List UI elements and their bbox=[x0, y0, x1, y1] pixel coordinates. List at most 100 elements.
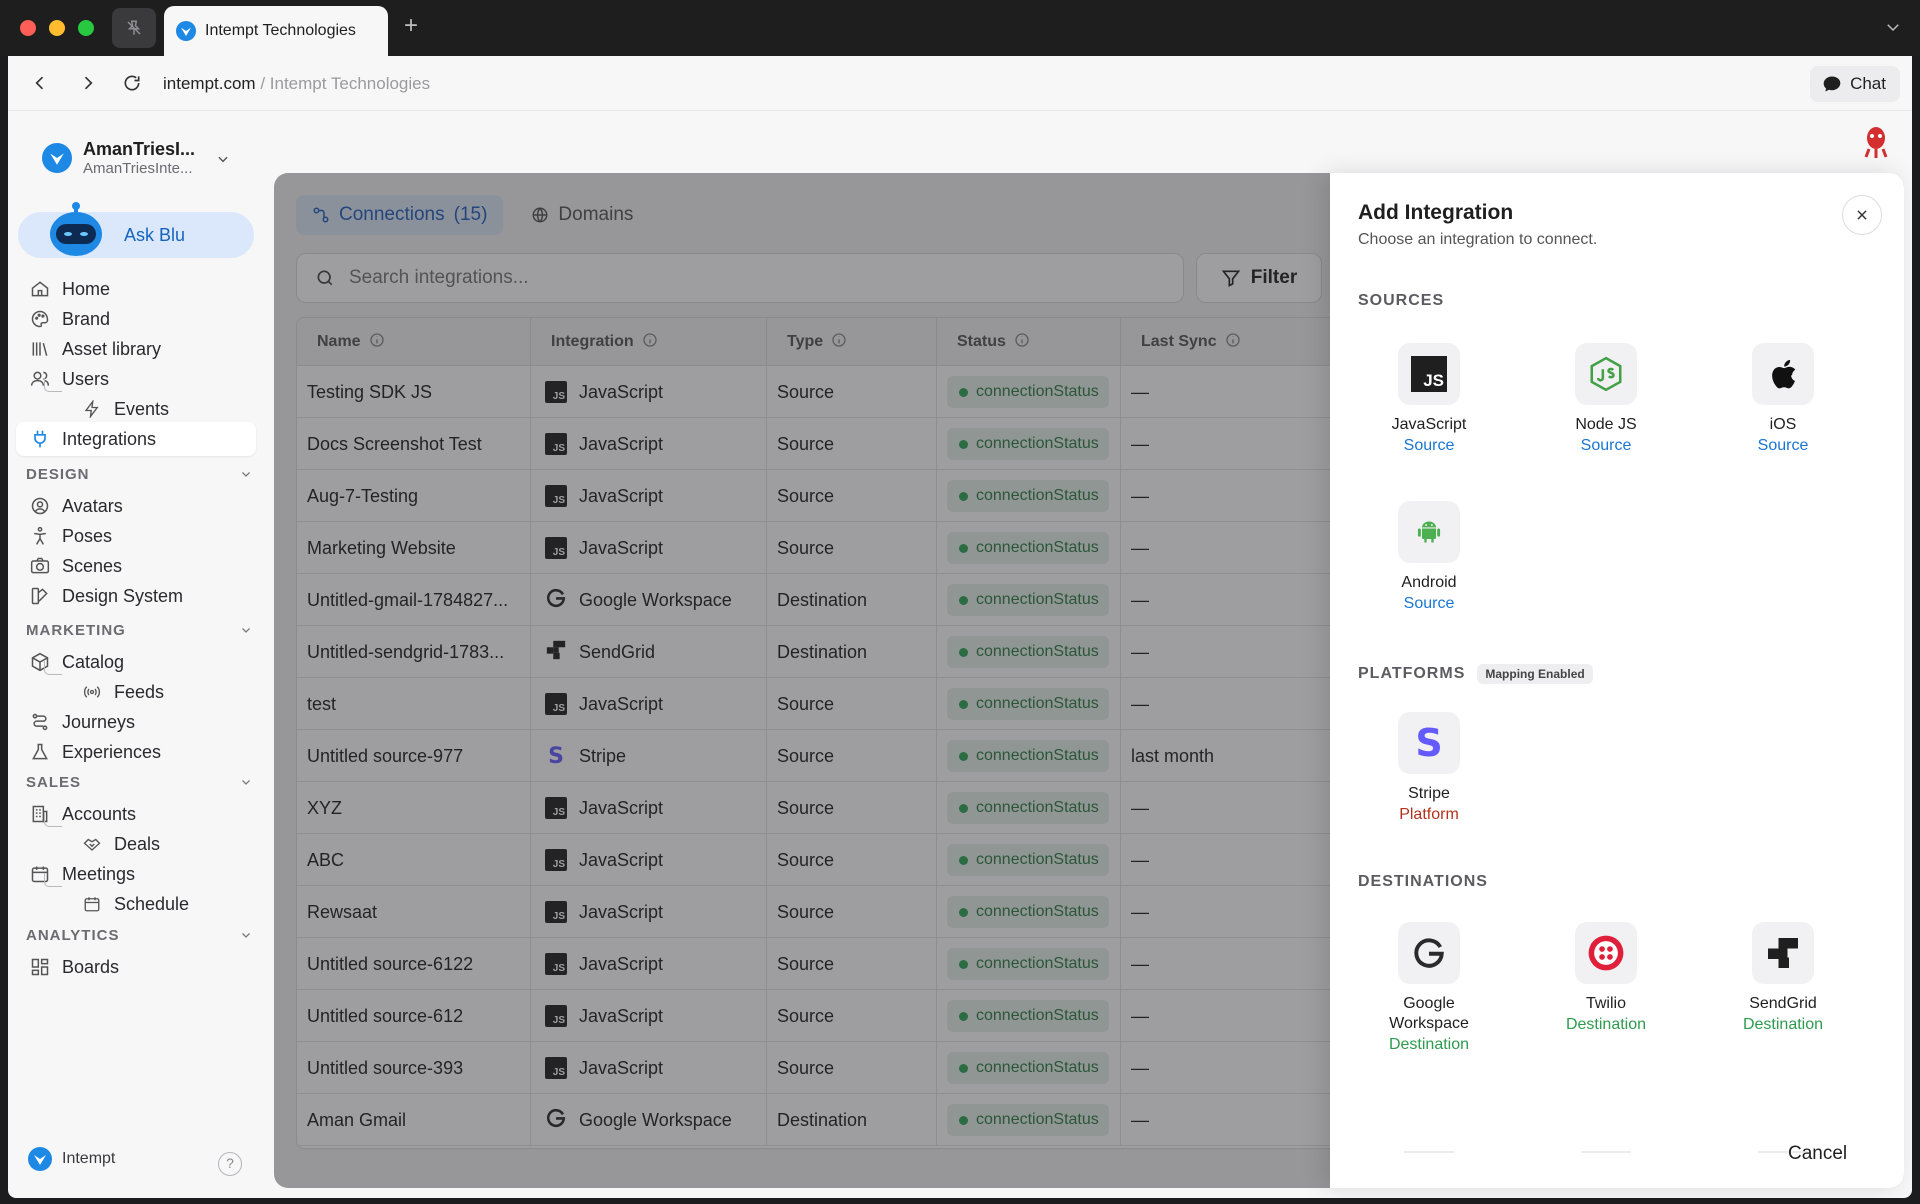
url-field[interactable]: intempt.com / Intempt Technologies bbox=[163, 74, 430, 94]
cancel-button[interactable]: Cancel bbox=[1788, 1143, 1847, 1165]
section-destinations: DESTINATIONS bbox=[1358, 873, 1488, 891]
sidebar-item-design-system[interactable]: Design System bbox=[16, 579, 256, 613]
sidebar-item-label: Scenes bbox=[62, 555, 123, 576]
integration-card-twilio[interactable]: Twilio Destination bbox=[1521, 922, 1691, 1036]
sidebar-item-label: Home bbox=[62, 278, 111, 299]
card-name: JavaScript bbox=[1391, 416, 1467, 433]
card-kind: Platform bbox=[1399, 806, 1459, 823]
url-sep: / bbox=[255, 74, 270, 93]
footer-label: Intempt bbox=[62, 1150, 116, 1167]
sidebar-item-label: Brand bbox=[62, 308, 111, 329]
reload-icon[interactable] bbox=[122, 73, 142, 93]
chevron-down-icon bbox=[242, 780, 250, 785]
help-button[interactable]: ? bbox=[218, 1152, 242, 1176]
sidebar-item-journeys[interactable]: Journeys bbox=[16, 705, 256, 739]
maximize-window-button[interactable] bbox=[78, 20, 94, 36]
sidebar-item-events[interactable]: Events bbox=[16, 392, 256, 426]
integration-card-sendgrid[interactable]: SendGrid Destination bbox=[1698, 922, 1868, 1036]
integration-card-stripe[interactable]: S Stripe Platform bbox=[1344, 712, 1514, 826]
integration-card-google-workspace[interactable]: Google Workspace Destination bbox=[1344, 922, 1514, 1056]
chevron-down-icon[interactable] bbox=[216, 152, 230, 166]
sidebar-item-asset-library[interactable]: Asset library bbox=[16, 332, 256, 366]
close-button[interactable] bbox=[1842, 195, 1882, 235]
integration-card-nodejs[interactable]: Node JS Source bbox=[1521, 343, 1691, 457]
card-kind: Source bbox=[1757, 437, 1809, 454]
chevron-down-icon bbox=[242, 628, 250, 633]
chat-bubble-icon bbox=[1823, 76, 1841, 92]
card-stub bbox=[1404, 1151, 1454, 1153]
ask-blu-label: Ask Blu bbox=[124, 225, 186, 245]
section-analytics[interactable]: ANALYTICS bbox=[26, 927, 252, 944]
sidebar-item-poses[interactable]: Poses bbox=[16, 519, 256, 553]
sidebar-item-integrations[interactable]: Integrations bbox=[16, 422, 256, 456]
user-avatar[interactable] bbox=[1860, 124, 1892, 160]
calendar-icon bbox=[82, 894, 102, 914]
integration-card-android[interactable]: Android Source bbox=[1344, 501, 1514, 615]
chat-button[interactable]: Chat bbox=[1810, 66, 1900, 102]
sidebar-item-label: Avatars bbox=[62, 495, 123, 516]
intempt-logo-icon bbox=[50, 153, 64, 165]
close-icon bbox=[1857, 210, 1867, 220]
sidebar-item-feeds[interactable]: Feeds bbox=[16, 675, 256, 709]
chat-label: Chat bbox=[1850, 74, 1886, 93]
sidebar-item-schedule[interactable]: Schedule bbox=[16, 887, 256, 921]
sidebar-footer-brand[interactable]: Intempt bbox=[28, 1147, 115, 1171]
pose-icon bbox=[30, 526, 50, 546]
minimize-window-button[interactable] bbox=[49, 20, 65, 36]
workspace-subtitle: AmanTriesInte... bbox=[83, 160, 193, 177]
url-page: Intempt Technologies bbox=[269, 74, 431, 93]
section-design[interactable]: DESIGN bbox=[26, 466, 252, 483]
back-icon[interactable] bbox=[30, 73, 50, 93]
chevron-down-icon bbox=[242, 933, 250, 938]
section-sales[interactable]: SALES bbox=[26, 774, 252, 791]
tree-connector bbox=[44, 873, 62, 887]
browser-tab[interactable]: Intempt Technologies bbox=[164, 6, 388, 56]
section-title: SOURCES bbox=[1358, 292, 1445, 309]
pin-tab-button[interactable] bbox=[112, 8, 156, 48]
sidebar-item-label: Accounts bbox=[62, 803, 137, 824]
add-integration-drawer: Add Integration Choose an integration to… bbox=[1330, 173, 1904, 1188]
section-marketing[interactable]: MARKETING bbox=[26, 622, 252, 639]
bolt-icon bbox=[82, 399, 102, 419]
handshake-icon bbox=[82, 834, 102, 854]
sidebar-item-scenes[interactable]: Scenes bbox=[16, 549, 256, 583]
sidebar-item-experiences[interactable]: Experiences bbox=[16, 735, 256, 769]
ask-blu-button[interactable]: Ask Blu bbox=[18, 202, 254, 258]
javascript-icon: JS bbox=[1398, 343, 1460, 405]
avatar-icon bbox=[30, 496, 50, 516]
intempt-logo-icon bbox=[28, 1147, 52, 1171]
sidebar-item-label: Poses bbox=[62, 525, 113, 546]
url-host: intempt.com bbox=[163, 74, 256, 93]
workspace-switcher[interactable]: AmanTriesI... AmanTriesInte... bbox=[42, 138, 195, 178]
card-stub bbox=[1581, 1151, 1631, 1153]
chevron-down-icon bbox=[242, 472, 250, 477]
card-name: iOS bbox=[1769, 416, 1797, 433]
chevron-down-icon[interactable] bbox=[1884, 18, 1902, 36]
library-icon bbox=[30, 339, 50, 359]
tab-title: Intempt Technologies bbox=[205, 22, 356, 39]
card-name: Google Workspace bbox=[1389, 995, 1469, 1032]
sidebar-item-label: Asset library bbox=[62, 338, 162, 359]
intempt-logo-icon bbox=[176, 21, 196, 41]
palette-icon bbox=[30, 309, 50, 329]
mapping-enabled-badge: Mapping Enabled bbox=[1477, 664, 1593, 684]
sidebar-item-boards[interactable]: Boards bbox=[16, 950, 256, 984]
sidebar-item-deals[interactable]: Deals bbox=[16, 827, 256, 861]
tree-connector bbox=[44, 813, 62, 827]
sidebar-item-home[interactable]: Home bbox=[16, 272, 256, 306]
close-window-button[interactable] bbox=[20, 20, 36, 36]
card-kind: Source bbox=[1580, 437, 1632, 454]
integration-card-ios[interactable]: iOS Source bbox=[1698, 343, 1868, 457]
new-tab-button[interactable]: + bbox=[404, 14, 418, 38]
sidebar-item-brand[interactable]: Brand bbox=[16, 302, 256, 336]
sidebar-item-label: Catalog bbox=[62, 651, 125, 672]
section-sources: SOURCES bbox=[1358, 292, 1444, 310]
integration-card-javascript[interactable]: JS JavaScript Source bbox=[1344, 343, 1514, 457]
forward-icon[interactable] bbox=[78, 73, 98, 93]
apple-icon bbox=[1752, 343, 1814, 405]
sidebar-item-avatars[interactable]: Avatars bbox=[16, 489, 256, 523]
card-kind: Destination bbox=[1388, 1036, 1470, 1053]
card-name: Node JS bbox=[1575, 416, 1637, 433]
workspace-logo bbox=[42, 143, 72, 173]
sidebar-item-label: Events bbox=[114, 398, 170, 419]
